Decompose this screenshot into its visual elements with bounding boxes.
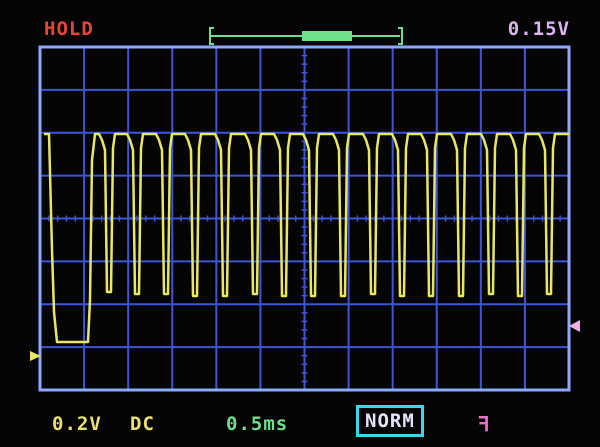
- signal-trace: [44, 132, 569, 344]
- trigger-edge-icon[interactable]: ꟻ: [478, 413, 491, 435]
- buffer-position-icon[interactable]: [209, 27, 403, 45]
- volts-per-div-label[interactable]: 0.2V: [52, 413, 102, 435]
- time-per-div-label[interactable]: 0.5ms: [226, 413, 288, 435]
- scope-screen: [30, 27, 580, 392]
- trigger-mode-button[interactable]: NORM: [356, 405, 424, 437]
- coupling-label[interactable]: DC: [130, 413, 155, 435]
- voltage-readout: 0.15V: [507, 18, 570, 40]
- trigger-level-marker-icon[interactable]: [569, 320, 580, 332]
- hold-indicator[interactable]: HOLD: [44, 18, 94, 40]
- graticule-grid: [40, 47, 569, 390]
